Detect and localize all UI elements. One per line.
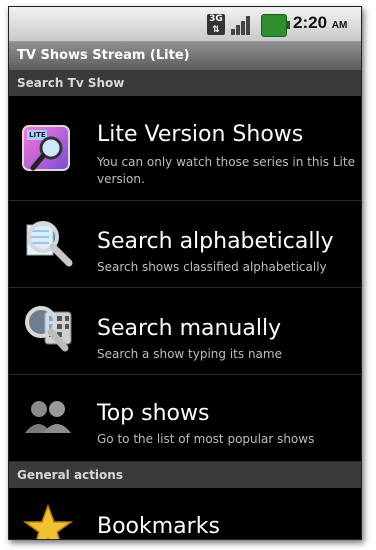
star-icon [21, 502, 75, 539]
phone-screen: 3G ⇅ 2:20 AM TV Shows Stream (Lite) Searc… [8, 6, 362, 540]
item-subtitle: Search shows classified alphabetically [97, 260, 327, 274]
lite-search-icon: LITE [21, 122, 75, 176]
list-item-search-alphabetically[interactable]: Search alphabetically Search shows class… [9, 201, 361, 288]
keyboard-search-icon [21, 302, 75, 356]
list-item-lite-version-shows[interactable]: LITE Lite Version Shows You can only wat… [9, 96, 361, 201]
people-icon [21, 389, 75, 443]
item-title: Top shows [97, 401, 210, 426]
item-title: Bookmarks [97, 514, 220, 539]
item-subtitle: You can only watch those series in this … [97, 155, 355, 186]
lite-badge-text: LITE [29, 131, 46, 139]
list-item-top-shows[interactable]: Top shows Go to the list of most popular… [9, 375, 361, 462]
app-title: TV Shows Stream (Lite) [9, 42, 361, 70]
status-bar: 3G ⇅ 2:20 AM [9, 7, 361, 42]
list-item-bookmarks[interactable]: Bookmarks [9, 488, 361, 539]
item-title: Search manually [97, 316, 282, 341]
clock: 2:20 AM [293, 13, 348, 32]
item-title: Lite Version Shows [97, 122, 304, 147]
section-header-search: Search Tv Show [9, 70, 361, 96]
battery-icon [261, 14, 290, 37]
signal-strength-icon [231, 14, 253, 35]
item-subtitle: Search a show typing its name [97, 347, 282, 361]
list-item-search-manually[interactable]: Search manually Search a show typing its… [9, 288, 361, 375]
item-subtitle: Go to the list of most popular shows [97, 432, 315, 446]
section-header-general: General actions [9, 462, 361, 488]
network-3g-icon: 3G ⇅ [207, 14, 225, 35]
magnifier-list-icon [21, 215, 75, 269]
item-title: Search alphabetically [97, 229, 334, 254]
